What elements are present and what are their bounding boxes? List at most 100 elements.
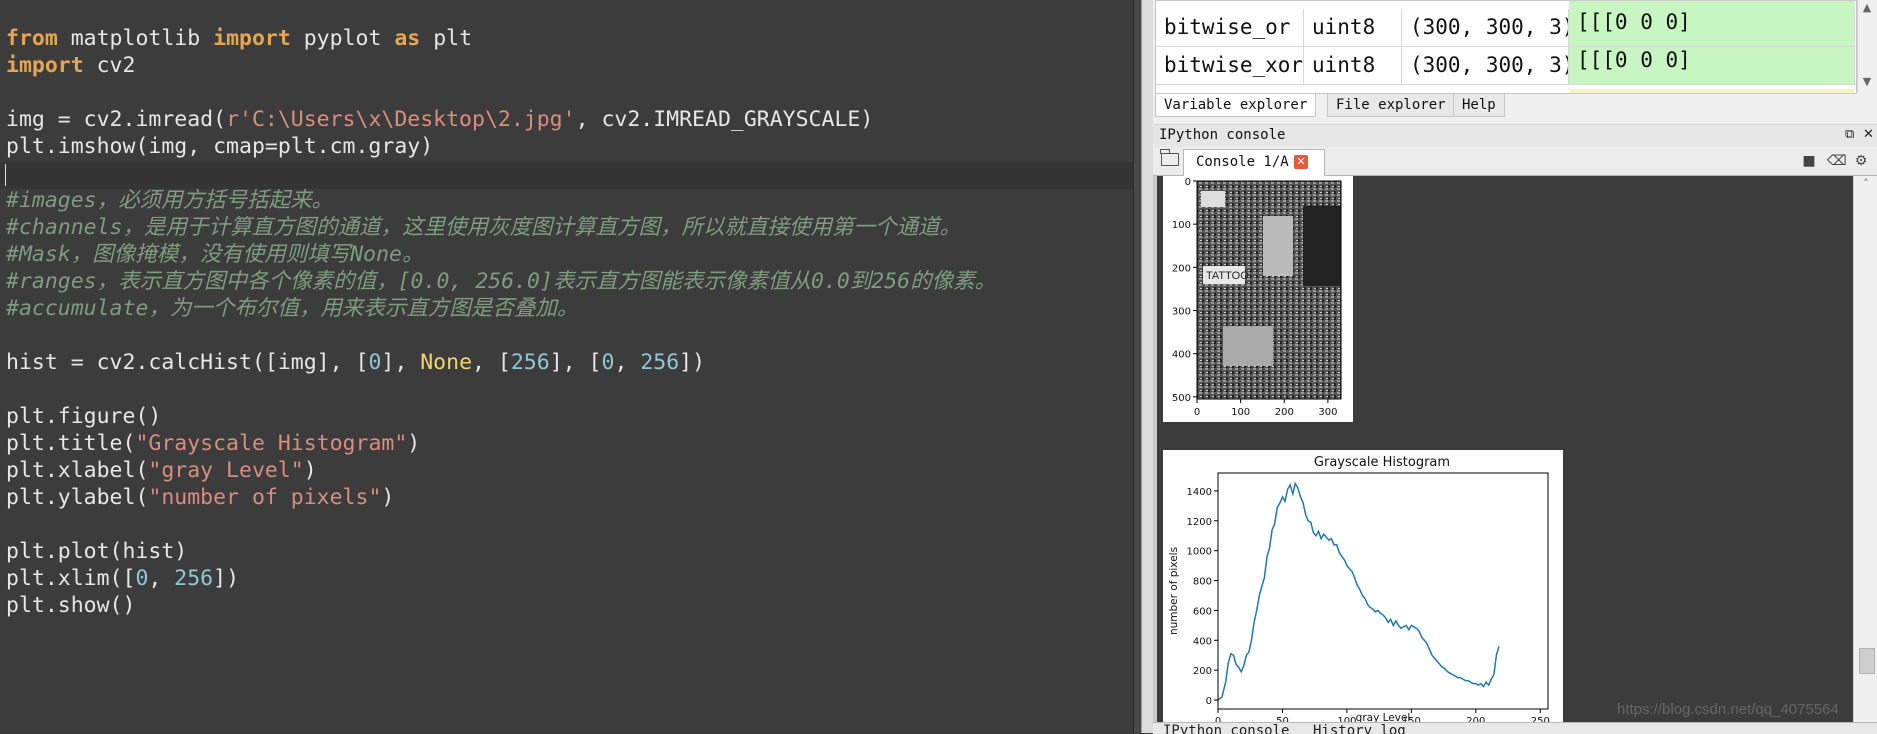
- code-token: plt.ylabel(: [6, 485, 149, 510]
- tab-file-explorer[interactable]: File explorer: [1327, 94, 1455, 117]
- code-line[interactable]: img = cv2.imread(r'C:\Users\x\Desktop\2.…: [6, 106, 996, 133]
- code-token: 256: [510, 350, 550, 375]
- code-token: plt.plot(hist): [6, 539, 188, 564]
- y-tick-label: 600: [1193, 606, 1212, 617]
- stop-icon[interactable]: ■: [1801, 153, 1817, 169]
- value-cell-partial: [1569, 89, 1855, 93]
- tab-console[interactable]: Console 1/A ✕: [1183, 149, 1325, 176]
- code-token: as: [394, 26, 421, 51]
- console-output[interactable]: TATTOO 0 100 200 300 400 500 0 100 200 300 Grays…: [1153, 176, 1853, 722]
- code-token: plt.xlim([: [6, 566, 136, 591]
- code-token: cv2: [83, 53, 136, 78]
- code-token: ): [303, 458, 317, 483]
- close-tab-icon[interactable]: ✕: [1294, 155, 1308, 169]
- scroll-down-icon[interactable]: ▼: [1858, 74, 1876, 90]
- code-line[interactable]: #images，必须用方括号括起来。: [6, 187, 996, 214]
- blank-line[interactable]: [6, 511, 996, 538]
- bottom-tab-bar: IPython console History log: [1153, 722, 1877, 734]
- variable-table[interactable]: bitwise_or uint8 (300, 300, 3) [[[0 0 0]…: [1155, 0, 1857, 94]
- code-token: 0: [601, 350, 615, 375]
- code-text[interactable]: from matplotlib import pyplot as plt impo…: [6, 25, 996, 619]
- code-token: matplotlib: [57, 26, 214, 51]
- float-icon[interactable]: ⧉: [1845, 127, 1854, 142]
- code-line[interactable]: plt.plot(hist): [6, 538, 996, 565]
- pane-tabs: Variable explorer File explorer Help: [1155, 94, 1875, 118]
- scroll-up-icon[interactable]: ˄: [1857, 176, 1875, 192]
- eraser-icon[interactable]: ⌫: [1827, 153, 1847, 169]
- var-value: [[[0 0 0]: [1569, 47, 1855, 84]
- code-line[interactable]: #channels，是用于计算直方图的通道，这里使用灰度图计算直方图，所以就直接…: [6, 214, 996, 241]
- y-axis-label: number of pixels: [1168, 547, 1180, 635]
- y-tick-label: 1000: [1187, 547, 1212, 558]
- code-token: img = cv2.imread(: [6, 107, 227, 132]
- code-comment: #images，必须用方括号括起来。: [6, 188, 334, 213]
- scroll-up-icon[interactable]: ▲: [1858, 0, 1876, 16]
- image-xtick-label: 200: [1275, 407, 1294, 418]
- code-line[interactable]: from matplotlib import pyplot as plt: [6, 25, 996, 52]
- code-line[interactable]: plt.xlabel("gray Level"): [6, 457, 996, 484]
- photo-shadow: [1303, 206, 1341, 286]
- photo-sign: [1201, 191, 1225, 207]
- var-type: uint8: [1304, 47, 1402, 84]
- code-line[interactable]: #ranges，表示直方图中各个像素的值，[0.0, 256.0]表示直方图能表…: [6, 268, 996, 295]
- code-token: plt.show(): [6, 593, 136, 618]
- gear-icon[interactable]: ⚙: [1853, 153, 1869, 169]
- ipython-console-header: IPython console ⧉ ✕: [1153, 124, 1877, 147]
- code-line[interactable]: plt.show(): [6, 592, 996, 619]
- code-token: ], [: [549, 350, 602, 375]
- code-line[interactable]: hist = cv2.calcHist([img], [0], None, [2…: [6, 349, 996, 376]
- blank-line[interactable]: [6, 376, 996, 403]
- console-scrollbar[interactable]: ˄: [1853, 176, 1877, 722]
- code-token: plt: [420, 26, 473, 51]
- watermark-text: https://blog.csdn.net/qq_4075564: [1617, 701, 1839, 718]
- code-line[interactable]: plt.title("Grayscale Histogram"): [6, 430, 996, 457]
- table-row[interactable]: bitwise_or uint8 (300, 300, 3) [[[0 0 0]: [1156, 9, 1856, 47]
- code-comment: #Mask，图像掩模，没有使用则填写None。: [6, 242, 424, 267]
- code-token: ,: [614, 350, 641, 375]
- blank-line[interactable]: [6, 160, 996, 187]
- blank-line[interactable]: [6, 79, 996, 106]
- code-line[interactable]: #Mask，图像掩模，没有使用则填写None。: [6, 241, 996, 268]
- code-line[interactable]: import cv2: [6, 52, 996, 79]
- tab-help[interactable]: Help: [1453, 94, 1505, 117]
- y-tick-label: 400: [1193, 636, 1212, 647]
- scroll-thumb[interactable]: [1859, 648, 1875, 674]
- image-xtick-label: 0: [1194, 407, 1200, 418]
- code-line[interactable]: plt.xlim([0, 256]): [6, 565, 996, 592]
- code-token: 0: [368, 350, 382, 375]
- code-token: ): [381, 485, 395, 510]
- variable-table-scrollbar[interactable]: ▲ ▼: [1857, 0, 1876, 92]
- blank-line[interactable]: [6, 322, 996, 349]
- image-xtick-label: 300: [1318, 407, 1337, 418]
- tab-ipython-console[interactable]: IPython console: [1163, 723, 1289, 734]
- image-ytick-label: 100: [1172, 220, 1191, 231]
- folder-icon[interactable]: [1160, 149, 1179, 166]
- var-size: (300, 300, 3): [1402, 9, 1569, 46]
- image-ytick-label: 200: [1172, 263, 1191, 274]
- code-token: plt.xlabel(: [6, 458, 149, 483]
- image-ytick-label: 300: [1172, 307, 1191, 318]
- photo-sign: [1263, 216, 1293, 276]
- code-line[interactable]: #accumulate，为一个布尔值，用来表示直方图是否叠加。: [6, 295, 996, 322]
- tab-history-log[interactable]: History log: [1313, 723, 1406, 734]
- tab-variable-explorer[interactable]: Variable explorer: [1155, 94, 1317, 117]
- code-line[interactable]: plt.figure(): [6, 403, 996, 430]
- code-token: from: [6, 26, 58, 51]
- close-icon[interactable]: ✕: [1863, 127, 1874, 142]
- y-tick-label: 800: [1193, 577, 1212, 588]
- chart-title: Grayscale Histogram: [1314, 455, 1450, 470]
- code-editor[interactable]: from matplotlib import pyplot as plt impo…: [0, 0, 1133, 733]
- code-line[interactable]: plt.imshow(img, cmap=plt.cm.gray): [6, 133, 996, 160]
- code-comment: #channels，是用于计算直方图的通道，这里使用灰度图计算直方图，所以就直接…: [6, 215, 962, 240]
- code-token: 256: [640, 350, 680, 375]
- code-token: plt.figure(): [6, 404, 162, 429]
- var-name: bitwise_xor: [1156, 47, 1304, 84]
- photo-sign: [1223, 326, 1273, 366]
- code-line[interactable]: plt.ylabel("number of pixels"): [6, 484, 996, 511]
- image-ytick-label: 400: [1172, 350, 1191, 361]
- code-token: ): [407, 431, 421, 456]
- code-token: ,: [148, 566, 175, 591]
- ipython-console-title: IPython console: [1159, 127, 1286, 143]
- y-tick-label: 1200: [1187, 517, 1212, 528]
- table-row[interactable]: bitwise_xor uint8 (300, 300, 3) [[[0 0 0…: [1156, 47, 1856, 85]
